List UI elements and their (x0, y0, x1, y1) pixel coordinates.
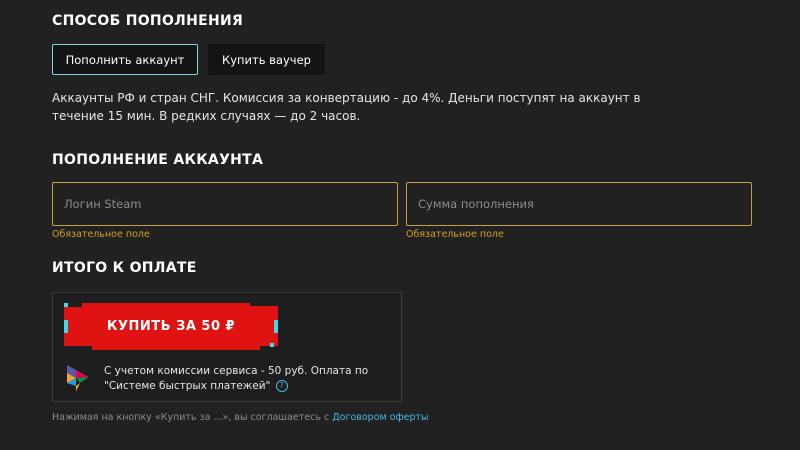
total-title: ИТОГО К ОПЛАТЕ (52, 260, 197, 276)
offer-agreement-link[interactable]: Договором оферты (332, 412, 428, 423)
topup-amount-input[interactable] (406, 182, 752, 226)
topup-account-tab[interactable]: Пополнить аккаунт (52, 44, 198, 75)
agreement-text: Нажимая на кнопку «Купить за ...», вы со… (52, 412, 333, 423)
sbp-logo-icon (67, 365, 89, 391)
amount-required-hint: Обязательное поле (406, 229, 504, 240)
buy-button-frame (64, 303, 278, 350)
commission-note: С учетом комиссии сервиса - 50 руб. Опла… (104, 364, 396, 394)
topup-title: ПОПОЛНЕНИЕ АККАУНТА (52, 152, 264, 168)
buy-voucher-tab[interactable]: Купить ваучер (208, 44, 325, 75)
steam-login-input[interactable] (52, 182, 398, 226)
buy-button[interactable]: КУПИТЬ ЗА 50 ₽ (64, 303, 278, 350)
login-required-hint: Обязательное поле (52, 229, 150, 240)
topup-page: СПОСОБ ПОПОЛНЕНИЯ Пополнить аккаунт Купи… (0, 0, 800, 450)
agreement-note: Нажимая на кнопку «Купить за ...», вы со… (52, 412, 429, 423)
method-title: СПОСОБ ПОПОЛНЕНИЯ (52, 13, 244, 29)
method-description: Аккаунты РФ и стран СНГ. Комиссия за кон… (52, 91, 641, 123)
commission-text: С учетом комиссии сервиса - 50 руб. Опла… (104, 365, 369, 392)
question-circle-icon[interactable]: ? (275, 380, 288, 392)
